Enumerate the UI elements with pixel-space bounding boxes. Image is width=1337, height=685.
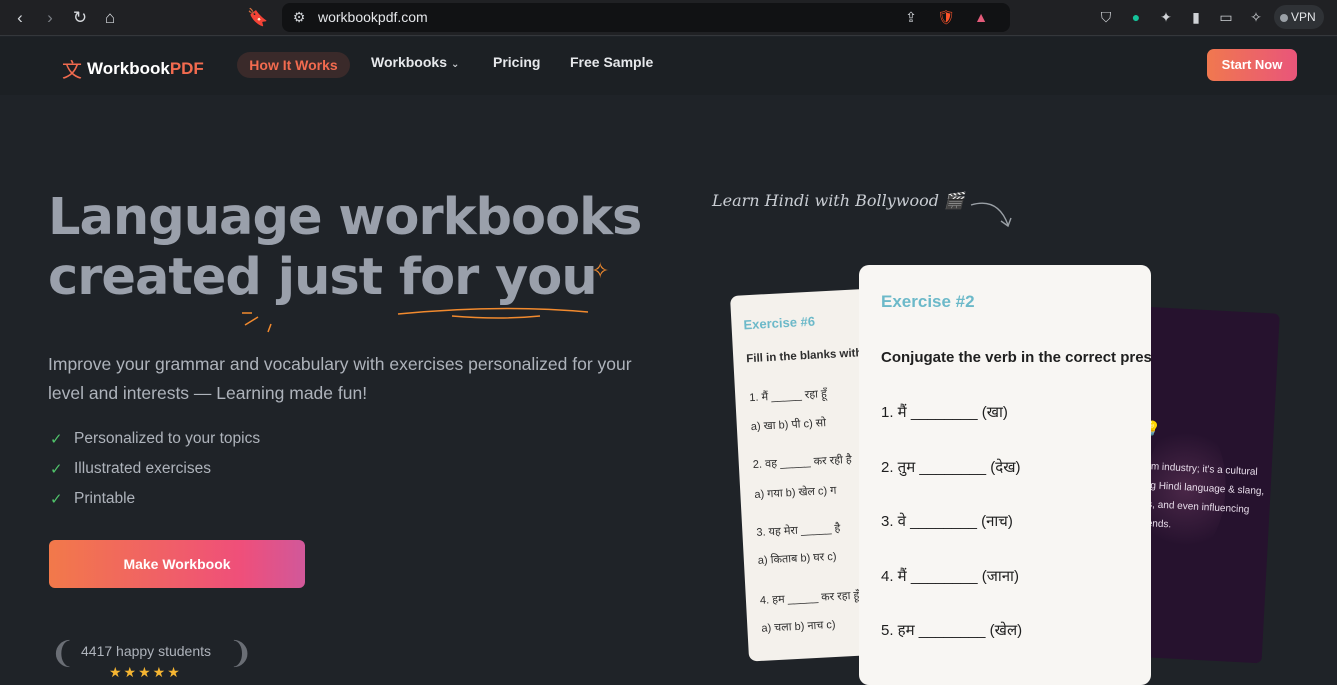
laurel-left-icon: ❨: [50, 637, 76, 670]
nav-pricing[interactable]: Pricing: [493, 54, 540, 70]
bollywood-note: Learn Hindi with Bollywood 🎬: [712, 191, 964, 210]
exercise-options: a) किताब b) घर c): [757, 550, 837, 567]
laurel-right-icon: ❩: [228, 637, 254, 670]
curved-arrow-icon: [970, 202, 1012, 228]
exercise-question: 4. मैं ________ (जाना): [881, 568, 1019, 585]
students-count: 4417 happy students: [81, 643, 211, 659]
leo-ai-icon[interactable]: ✧: [1246, 7, 1266, 27]
exercise-question: 2. वह _____ कर रही है: [752, 453, 853, 472]
home-icon[interactable]: ⌂: [98, 6, 122, 30]
feature-label: Illustrated exercises: [74, 460, 211, 477]
sidebar-icon[interactable]: ▮: [1186, 7, 1206, 27]
nav-workbooks[interactable]: Workbooks ⌄: [371, 54, 459, 70]
feature-label: Personalized to your topics: [74, 430, 261, 447]
chevron-down-icon: ⌄: [450, 59, 460, 70]
exercise-question: 3. यह मेरा _____ है: [756, 522, 841, 539]
exercise-options: a) खा b) पी c) सो: [750, 417, 827, 434]
sparkle-icon: ✧: [591, 258, 610, 283]
hero-title-line1: Language workbooks: [48, 188, 642, 247]
back-icon[interactable]: ‹: [8, 6, 32, 30]
browser-toolbar: ‹ › ↻ ⌂ 🔖 ⚙ workbookpdf.com ⇪ 🛡 ▲ ⛉ ● ✦ …: [0, 0, 1337, 36]
feature-item: ✓ Printable: [50, 484, 260, 514]
exercise-options: a) गया b) खेल c) ग: [754, 484, 837, 501]
hero-subtitle: Improve your grammar and vocabulary with…: [48, 354, 632, 403]
brave-rewards-icon[interactable]: ▲: [971, 7, 991, 27]
shield-extension-icon[interactable]: ⛉: [1096, 7, 1116, 27]
exercise-instruction: Fill in the blanks with t: [746, 346, 870, 366]
exercise-card-main: Exercise #2 Conjugate the verb in the co…: [859, 265, 1151, 685]
exercise-question: 1. मैं ________ (खा): [881, 404, 1008, 421]
logo-text: Workbook: [87, 58, 170, 78]
exercise-options: a) चला b) नाच c): [761, 618, 836, 635]
exercise-title: Exercise #2: [881, 292, 975, 311]
make-workbook-button[interactable]: Make Workbook: [49, 540, 305, 588]
wallet-icon[interactable]: ▭: [1216, 7, 1236, 27]
vpn-status-icon: [1280, 14, 1288, 22]
exercise-question: 4. हम _____ कर रहा हूँ: [759, 589, 860, 607]
forward-icon[interactable]: ›: [38, 6, 62, 30]
exercise-question: 5. हम ________ (खेल): [881, 622, 1023, 639]
grammarly-icon[interactable]: ●: [1126, 7, 1146, 27]
check-icon: ✓: [50, 491, 63, 508]
extensions-icon[interactable]: ✦: [1156, 7, 1176, 27]
reload-icon[interactable]: ↻: [68, 6, 92, 30]
translate-icon: 文: [62, 60, 82, 82]
feature-item: ✓ Personalized to your topics: [50, 424, 260, 454]
exercise-question: 1. मैं _____ रहा हूँ: [749, 388, 828, 405]
address-bar[interactable]: ⚙ workbookpdf.com ⇪ 🛡 ▲: [282, 3, 1010, 32]
logo-accent: PDF: [169, 58, 204, 78]
rating-stars: ★★★★★: [109, 664, 182, 680]
share-icon[interactable]: ⇪: [901, 7, 921, 27]
site-header: 文 Workbook PDF How It Works Workbooks ⌄ Pr…: [0, 37, 1337, 95]
nav-workbooks-label: Workbooks: [371, 54, 447, 70]
feature-item: ✓ Illustrated exercises: [50, 454, 260, 484]
title-underline-decoration: [242, 307, 589, 333]
check-icon: ✓: [50, 431, 63, 448]
check-icon: ✓: [50, 461, 63, 478]
exercise-instruction: Conjugate the verb in the correct prese: [881, 349, 1151, 366]
brave-shield-icon[interactable]: 🛡: [936, 7, 956, 27]
start-now-button[interactable]: Start Now: [1207, 49, 1297, 81]
exercise-title: Exercise #6: [743, 313, 816, 333]
exercise-question: 2. तुम ________ (देख): [881, 459, 1021, 476]
feature-label: Printable: [74, 490, 136, 507]
vpn-label: VPN: [1291, 10, 1316, 24]
bookmark-icon[interactable]: 🔖: [246, 6, 270, 30]
site-logo[interactable]: 文 Workbook PDF: [62, 54, 204, 83]
hero-title: Language workbooks created just for you: [48, 188, 688, 308]
exercise-question: 3. वे ________ (नाच): [881, 513, 1013, 530]
vpn-button[interactable]: VPN: [1274, 5, 1324, 29]
site-settings-icon[interactable]: ⚙: [289, 7, 309, 27]
feature-list: ✓ Personalized to your topics ✓ Illustrate…: [50, 424, 260, 514]
nav-free-sample[interactable]: Free Sample: [570, 54, 653, 70]
card-info-text: film industry; it's a cultural ing Hindi…: [1140, 460, 1265, 531]
nav-how-it-works[interactable]: How It Works: [237, 52, 350, 78]
url-text[interactable]: workbookpdf.com: [318, 9, 428, 25]
